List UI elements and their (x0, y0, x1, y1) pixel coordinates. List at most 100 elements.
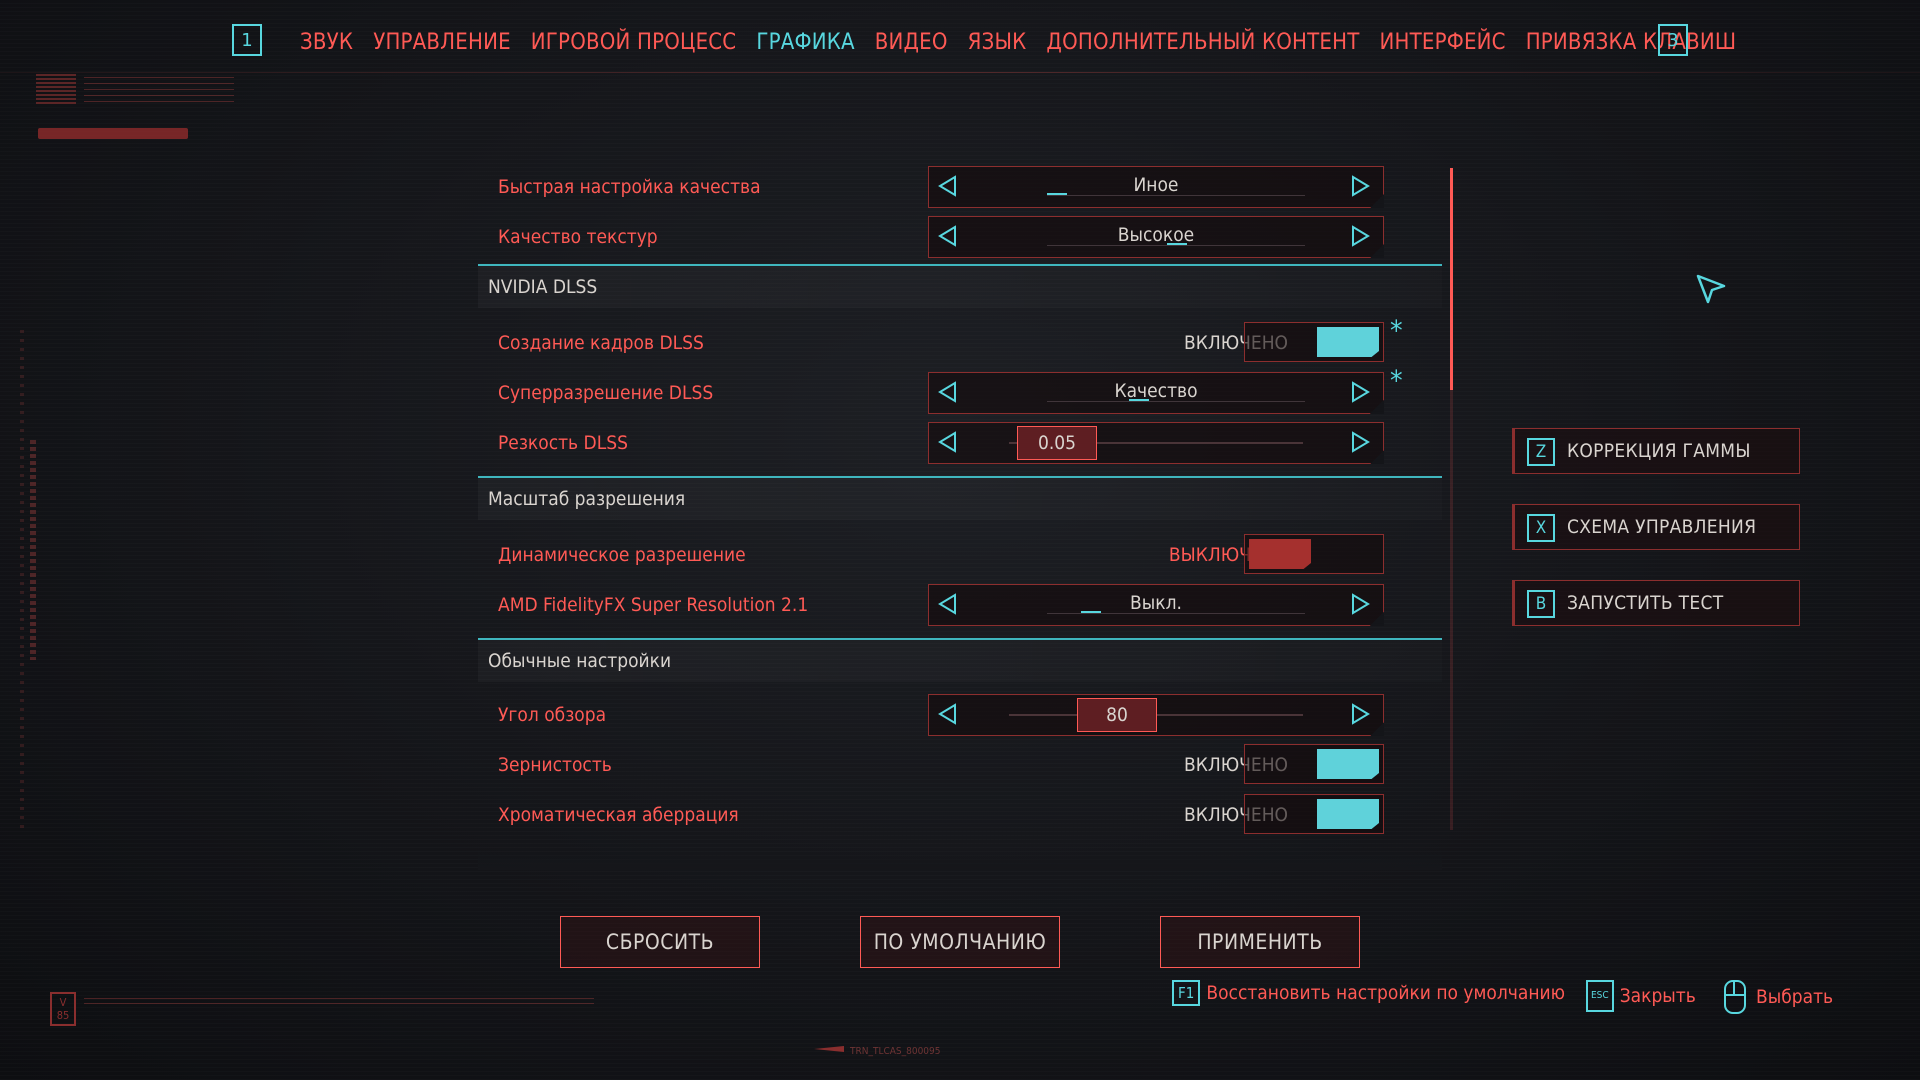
selector-track (1047, 613, 1305, 614)
hud-vertical-text (30, 440, 36, 660)
dlss-sharpness-slider[interactable]: 0.05 (928, 422, 1384, 464)
default-button[interactable]: ПО УМОЛЧАНИЮ (860, 916, 1060, 968)
mouse-icon (1724, 980, 1746, 1014)
setting-amd-fsr[interactable]: AMD FidelityFX Super Resolution 2.1 Выкл… (478, 582, 1442, 628)
section-title: Масштаб разрешения (488, 488, 686, 510)
button-label: СХЕМА УПРАВЛЕНИЯ (1567, 516, 1757, 538)
selector-track (1047, 245, 1305, 246)
film-grain-toggle[interactable] (1244, 744, 1384, 784)
arrow-right-icon[interactable] (1349, 381, 1371, 403)
fsr-selector[interactable]: Выкл. (928, 584, 1384, 626)
gamma-correction-button[interactable]: Z КОРРЕКЦИЯ ГАММЫ (1512, 428, 1800, 474)
restart-required-asterisk: * (1390, 314, 1403, 347)
setting-dlss-sharpness[interactable]: Резкость DLSS 0.05 (478, 420, 1442, 466)
run-benchmark-button[interactable]: B ЗАПУСТИТЬ ТЕСТ (1512, 580, 1800, 626)
header-divider (0, 72, 1920, 73)
setting-chromatic-aberration[interactable]: Хроматическая аберрация ВКЛЮЧЕНО (478, 792, 1442, 838)
setting-dlss-super-resolution[interactable]: Суперразрешение DLSS Качество * (478, 364, 1442, 416)
key-b-icon: B (1527, 590, 1555, 618)
setting-texture-quality[interactable]: Качество текстур Высокое (478, 214, 1442, 260)
hud-logo (36, 74, 76, 104)
tab-gameplay[interactable]: ИГРОВОЙ ПРОЦЕСС (531, 30, 737, 55)
control-scheme-button[interactable]: X СХЕМА УПРАВЛЕНИЯ (1512, 504, 1800, 550)
selector-position-marker (1047, 193, 1067, 195)
hint-label: Восстановить настройки по умолчанию (1206, 982, 1566, 1004)
dlss-frame-gen-toggle[interactable] (1244, 322, 1384, 362)
quick-preset-selector[interactable]: Иное (928, 166, 1384, 208)
arrow-right-icon[interactable] (1349, 593, 1371, 615)
section-resolution-scaling: Масштаб разрешения (478, 476, 1442, 520)
tab-controls[interactable]: УПРАВЛЕНИЕ (373, 30, 511, 55)
setting-label: Создание кадров DLSS (498, 332, 704, 354)
selector-position-marker (1167, 243, 1187, 245)
setting-label: AMD FidelityFX Super Resolution 2.1 (498, 594, 809, 616)
arrow-right-icon[interactable] (1349, 703, 1371, 725)
arrow-right-icon[interactable] (1349, 175, 1371, 197)
selector-track (1047, 195, 1305, 196)
version-logo: V 85 (50, 992, 76, 1026)
apply-button[interactable]: ПРИМЕНИТЬ (1160, 916, 1360, 968)
list-fade-out (478, 850, 1442, 870)
select-hint[interactable]: Выбрать (1724, 980, 1833, 1014)
restart-required-asterisk: * (1390, 364, 1403, 397)
dynamic-resolution-toggle[interactable] (1244, 534, 1384, 574)
tab-key-bindings[interactable]: ПРИВЯЗКА КЛАВИШ (1526, 30, 1737, 55)
arrow-right-icon[interactable] (1349, 431, 1371, 453)
button-label: КОРРЕКЦИЯ ГАММЫ (1567, 440, 1751, 462)
setting-dlss-frame-generation[interactable]: Создание кадров DLSS ВКЛЮЧЕНО * (478, 314, 1442, 366)
bottom-id-text: TRN_TLCAS_800095 (850, 1046, 941, 1057)
setting-label: Суперразрешение DLSS (498, 382, 714, 404)
graphics-settings-panel: Быстрая настройка качества Иное Качество… (478, 160, 1442, 870)
setting-label: Хроматическая аберрация (498, 804, 739, 826)
setting-label: Качество текстур (498, 226, 658, 248)
tab-sound[interactable]: ЗВУК (300, 30, 353, 55)
setting-film-grain[interactable]: Зернистость ВКЛЮЧЕНО (478, 742, 1442, 788)
tab-language[interactable]: ЯЗЫК (968, 30, 1027, 55)
setting-field-of-view[interactable]: Угол обзора 80 (478, 692, 1442, 738)
dlss-super-res-selector[interactable]: Качество (928, 372, 1384, 414)
selector-value: Выкл. (1130, 592, 1182, 614)
hint-label: Закрыть (1619, 985, 1696, 1007)
scrollbar-thumb[interactable] (1450, 168, 1453, 390)
next-tab-key[interactable]: 3 (1658, 24, 1688, 56)
prev-tab-key[interactable]: 1 (232, 24, 262, 56)
arrow-left-icon[interactable] (937, 431, 959, 453)
hint-label: Выбрать (1756, 986, 1834, 1008)
settings-tabs: ЗВУК УПРАВЛЕНИЕ ИГРОВОЙ ПРОЦЕСС ГРАФИКА … (300, 30, 1756, 55)
selector-value: Иное (1133, 174, 1179, 196)
key-esc-icon: ESC (1586, 980, 1614, 1012)
arrow-left-icon[interactable] (937, 703, 959, 725)
selector-value: Качество (1114, 380, 1198, 402)
toggle-fill (1317, 327, 1379, 357)
reset-button[interactable]: СБРОСИТЬ (560, 916, 760, 968)
setting-dynamic-resolution[interactable]: Динамическое разрешение ВЫКЛЮЧЕНО (478, 532, 1442, 578)
selector-track (1047, 401, 1305, 402)
legal-text-block (84, 994, 594, 1004)
texture-quality-selector[interactable]: Высокое (928, 216, 1384, 258)
setting-quick-preset[interactable]: Быстрая настройка качества Иное (478, 164, 1442, 210)
settings-scrollbar[interactable] (1450, 168, 1453, 830)
fov-slider[interactable]: 80 (928, 694, 1384, 736)
setting-label: Быстрая настройка качества (498, 176, 761, 198)
tab-interface[interactable]: ИНТЕРФЕЙС (1380, 30, 1506, 55)
toggle-fill (1317, 799, 1379, 829)
key-f1-icon: F1 (1172, 980, 1201, 1006)
key-x-icon: X (1527, 514, 1555, 542)
slider-handle[interactable]: 80 (1077, 698, 1157, 732)
toggle-fill (1317, 749, 1379, 779)
restore-defaults-hint[interactable]: F1 Восстановить настройки по умолчанию (1172, 980, 1565, 1006)
selector-position-marker (1081, 611, 1101, 613)
bottom-arrow-icon (814, 1046, 844, 1052)
cursor-arrow-icon (1696, 274, 1726, 304)
section-basic-settings: Обычные настройки (478, 638, 1442, 682)
tab-graphics[interactable]: ГРАФИКА (756, 30, 854, 55)
tab-additional-content[interactable]: ДОПОЛНИТЕЛЬНЫЙ КОНТЕНТ (1046, 30, 1359, 55)
close-hint[interactable]: ESC Закрыть (1586, 980, 1696, 1012)
tab-video[interactable]: ВИДЕО (875, 30, 948, 55)
arrow-right-icon[interactable] (1349, 225, 1371, 247)
hud-vertical-marks (20, 330, 24, 830)
hud-bar (38, 128, 188, 139)
slider-handle[interactable]: 0.05 (1017, 426, 1097, 460)
section-nvidia-dlss: NVIDIA DLSS (478, 264, 1442, 308)
chromatic-aberration-toggle[interactable] (1244, 794, 1384, 834)
